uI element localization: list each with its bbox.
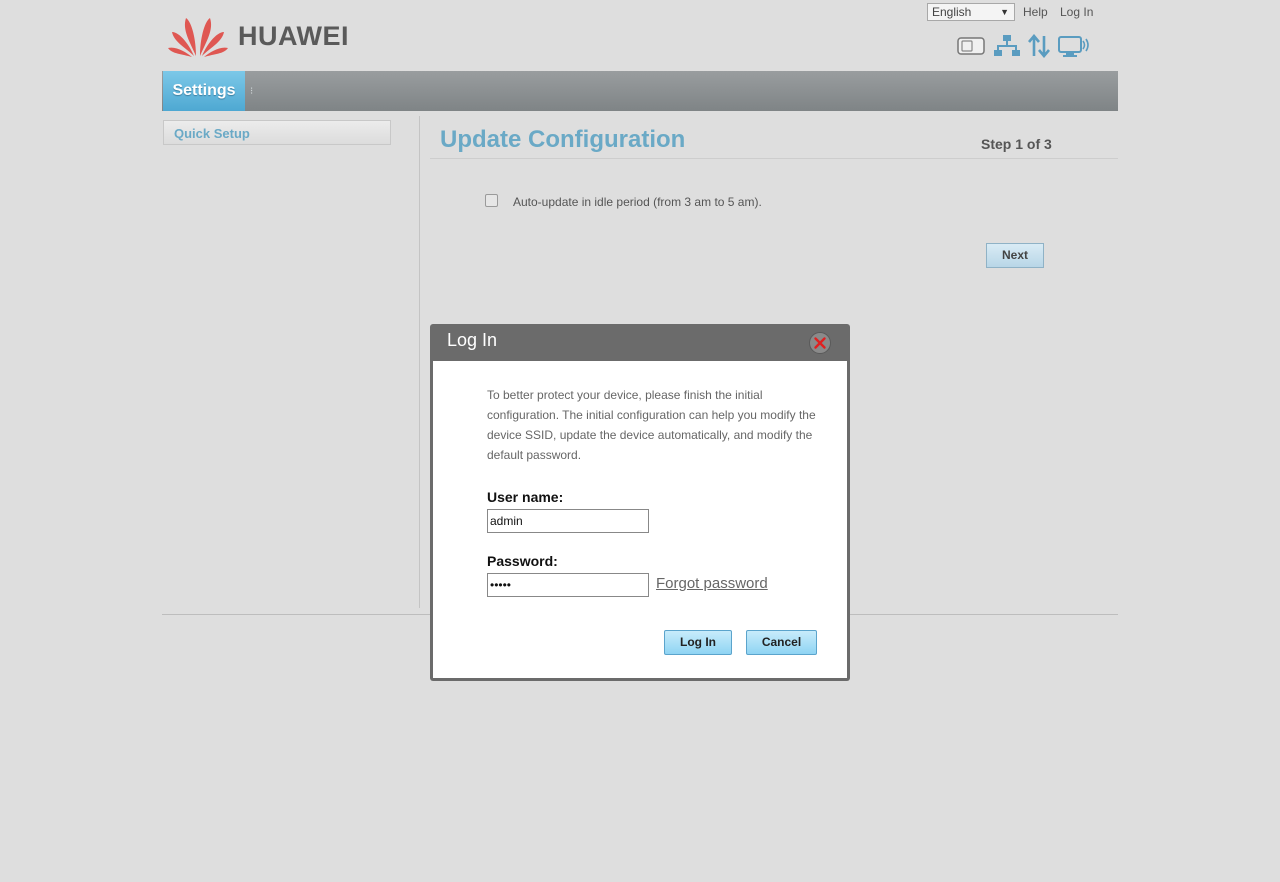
close-button[interactable] — [809, 332, 831, 354]
dialog-body: To better protect your device, please fi… — [433, 361, 847, 678]
step-indicator: Step 1 of 3 — [981, 136, 1052, 152]
auto-update-checkbox[interactable] — [485, 194, 498, 207]
language-select[interactable]: English ▼ — [927, 3, 1015, 21]
login-link[interactable]: Log In — [1060, 5, 1093, 19]
auto-update-label: Auto-update in idle period (from 3 am to… — [513, 195, 762, 209]
forgot-password-link[interactable]: Forgot password — [656, 575, 768, 592]
sidebar-item-quick-setup[interactable]: Quick Setup — [163, 120, 391, 145]
page-title: Update Configuration — [440, 126, 686, 153]
content-divider — [419, 116, 420, 608]
data-transfer-icon[interactable] — [1028, 33, 1050, 63]
next-button[interactable]: Next — [986, 243, 1044, 268]
login-dialog: Log In To better protect your device, pl… — [430, 324, 850, 681]
password-label: Password: — [487, 553, 558, 569]
nav-separator: ⁝ — [250, 86, 254, 97]
cancel-button[interactable]: Cancel — [746, 630, 817, 655]
huawei-logo-icon — [168, 18, 228, 57]
login-button[interactable]: Log In — [664, 630, 732, 655]
tab-settings[interactable]: Settings — [163, 71, 245, 111]
network-icon[interactable] — [994, 34, 1020, 63]
password-input[interactable] — [487, 573, 649, 597]
main-nav: Settings ⁝ — [162, 71, 1118, 111]
language-value: English — [932, 5, 972, 19]
close-icon — [814, 337, 826, 349]
help-link[interactable]: Help — [1023, 5, 1048, 19]
dialog-title: Log In — [447, 330, 498, 350]
dialog-intro-text: To better protect your device, please fi… — [487, 388, 816, 462]
username-input[interactable] — [487, 509, 649, 533]
sim-icon[interactable] — [956, 34, 986, 63]
huawei-logo: HUAWEI — [168, 12, 358, 58]
brand-name: HUAWEI — [238, 21, 349, 51]
title-divider — [430, 158, 1118, 159]
dropdown-arrow-icon: ▼ — [1000, 7, 1009, 17]
wifi-client-icon[interactable] — [1058, 34, 1090, 63]
username-label: User name: — [487, 489, 564, 505]
